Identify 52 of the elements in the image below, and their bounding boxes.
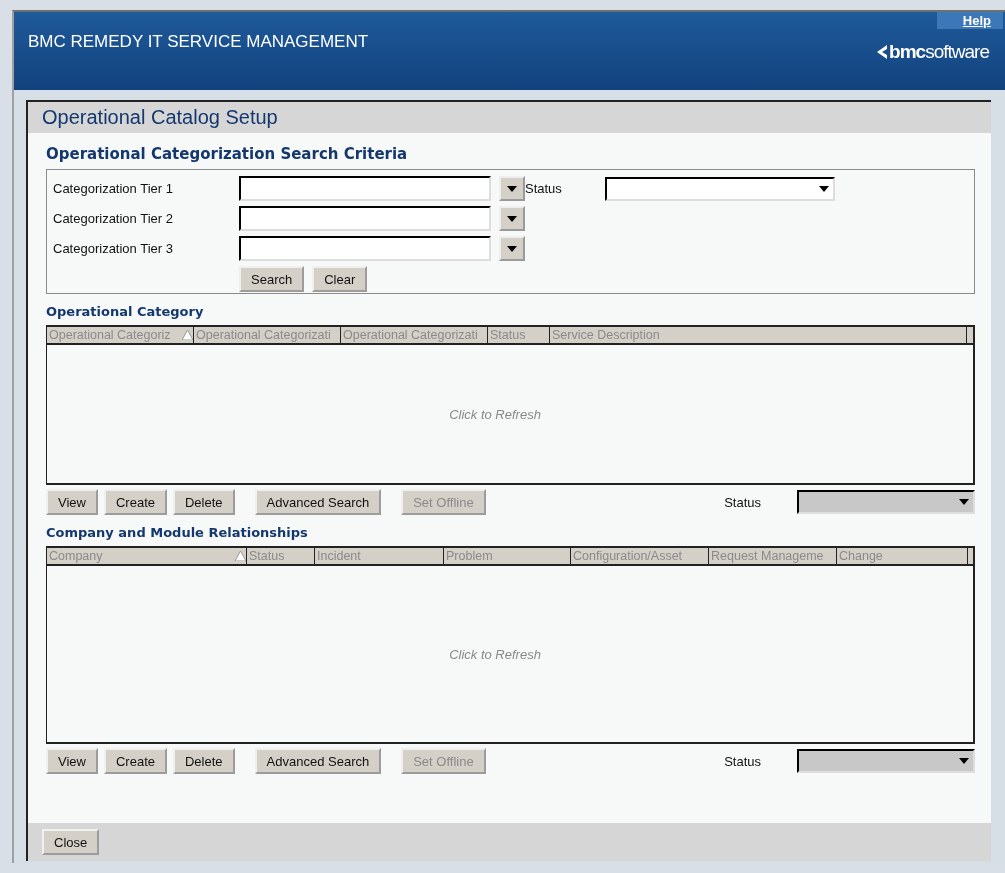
status-label: Status	[724, 753, 761, 769]
dropdown-button[interactable]	[499, 176, 525, 201]
dropdown-button[interactable]	[499, 236, 525, 261]
column-header[interactable]: Operational Categoriz	[47, 327, 194, 343]
action-button[interactable]: Create	[103, 748, 167, 774]
status-label: Status	[724, 494, 761, 510]
action-button[interactable]: Advanced Search	[254, 748, 382, 774]
close-button[interactable]: Close	[42, 829, 100, 855]
status-label: Status	[525, 181, 563, 196]
logo-arrow-icon	[877, 45, 888, 59]
logo: bmcsoftware	[877, 41, 989, 63]
column-header[interactable]: Service Description	[550, 327, 967, 343]
section-title: Operational Category	[46, 304, 205, 319]
column-header[interactable]: Request Manageme	[709, 548, 837, 564]
refresh-message[interactable]: Click to Refresh	[449, 406, 541, 422]
column-header[interactable]: Change	[837, 548, 968, 564]
refresh-message[interactable]: Click to Refresh	[449, 646, 541, 662]
action-button[interactable]: Delete	[173, 489, 235, 515]
column-header[interactable]: Incident	[315, 548, 444, 564]
action-button[interactable]: Delete	[173, 748, 235, 774]
caret-icon	[507, 215, 517, 222]
search-button[interactable]: Search	[239, 266, 305, 292]
dropdown-button[interactable]	[499, 206, 525, 231]
field-label: Categorization Tier 2	[53, 211, 174, 226]
app-title: BMC REMEDY IT SERVICE MANAGEMENT	[28, 32, 369, 53]
help-link[interactable]: Help	[936, 12, 1003, 29]
action-button[interactable]: Advanced Search	[254, 489, 382, 515]
column-header[interactable]: Operational Categorizati	[194, 327, 341, 343]
dropdown-caret-icon	[959, 758, 969, 764]
dropdown-caret-icon	[819, 185, 829, 192]
form-title: Operational Catalog Setup	[28, 102, 991, 133]
action-button[interactable]: View	[46, 489, 98, 515]
caret-icon	[507, 185, 517, 192]
column-header[interactable]: Company	[47, 548, 247, 564]
column-header[interactable]: Problem	[444, 548, 571, 564]
field-label: Categorization Tier 1	[53, 181, 174, 196]
field-label: Categorization Tier 3	[53, 241, 174, 256]
action-button[interactable]: Create	[103, 489, 167, 515]
action-button[interactable]: View	[46, 748, 98, 774]
column-header[interactable]: Configuration/Asset	[571, 548, 709, 564]
column-header[interactable]: Status	[247, 548, 315, 564]
tier-input[interactable]	[239, 176, 491, 201]
search-button[interactable]: Clear	[312, 266, 368, 292]
column-header[interactable]: Operational Categorizati	[341, 327, 488, 343]
section-title: Company and Module Relationships	[46, 525, 309, 540]
status-dropdown[interactable]	[605, 176, 835, 201]
dropdown-caret-icon	[959, 499, 969, 505]
caret-icon	[507, 245, 517, 252]
tier-input[interactable]	[239, 206, 491, 231]
tier-input[interactable]	[239, 236, 491, 261]
section-title: Operational Categorization Search Criteria	[46, 145, 409, 163]
column-header[interactable]: Status	[488, 327, 550, 343]
